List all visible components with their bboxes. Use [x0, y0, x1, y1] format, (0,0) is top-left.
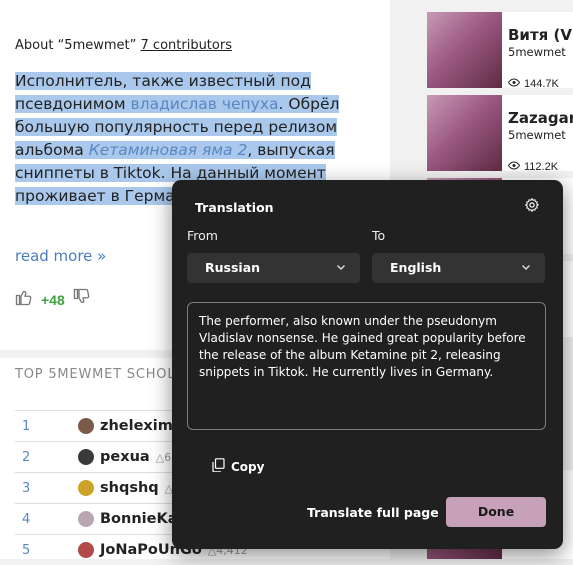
scholar-rank: 2	[22, 449, 31, 465]
vote-bar: +48	[15, 288, 91, 311]
translation-output[interactable]: The performer, also known under the pseu…	[187, 302, 546, 430]
thumbs-up-icon[interactable]	[15, 288, 33, 311]
song-views: 144.7K	[507, 78, 559, 90]
song-title[interactable]: Zazagartu	[508, 109, 573, 127]
avatar	[78, 542, 94, 558]
avatar	[78, 480, 94, 496]
avatar	[78, 449, 94, 465]
iq-icon: △	[155, 450, 165, 464]
song-title[interactable]: Витя (Vit	[508, 26, 573, 44]
scholar-rank: 1	[22, 418, 31, 434]
copy-button[interactable]: Copy	[212, 458, 264, 475]
scholars-heading: TOP 5MEWMET SCHOL	[15, 367, 176, 382]
contributors-link[interactable]: 7 contributors	[141, 38, 232, 53]
about-prefix: About “5mewmet”	[15, 38, 137, 53]
song-card[interactable]: Витя (Vit 5mewmet 144.7K	[427, 12, 573, 90]
from-label: From	[187, 228, 218, 243]
chevron-down-icon	[336, 253, 346, 283]
to-language-value: English	[390, 260, 442, 275]
views-count: 112.2K	[524, 161, 559, 173]
translation-dialog: Translation From To Russian English The …	[172, 180, 563, 549]
song-views: 112.2K	[507, 161, 559, 173]
thumbs-down-icon[interactable]	[73, 288, 91, 311]
song-thumbnail[interactable]	[427, 12, 502, 88]
scholar-rank: 3	[22, 480, 31, 496]
scholar-name[interactable]: zhelexim	[100, 418, 173, 434]
from-language-select[interactable]: Russian	[187, 253, 360, 283]
gear-icon[interactable]	[524, 197, 540, 217]
about-heading: About “5mewmet” 7 contributors	[15, 38, 232, 53]
scholar-rank: 5	[22, 542, 31, 558]
avatar	[78, 511, 94, 527]
to-language-select[interactable]: English	[372, 253, 545, 283]
vote-count: +48	[41, 291, 65, 308]
avatar	[78, 418, 94, 434]
to-label: To	[372, 228, 386, 243]
eye-icon	[507, 78, 521, 90]
translate-full-page-button[interactable]: Translate full page	[307, 505, 439, 520]
bio-link-album[interactable]: Кетаминовая яма 2	[88, 141, 248, 159]
copy-label: Copy	[231, 459, 265, 474]
eye-icon	[507, 161, 521, 173]
views-count: 144.7K	[524, 78, 559, 90]
bio-link-pseudonym[interactable]: владислав чепуха	[130, 95, 279, 113]
copy-icon	[212, 458, 225, 475]
scholar-name[interactable]: pexua	[100, 449, 150, 465]
scholar-rank: 4	[22, 511, 31, 527]
scholar-name[interactable]: shqshq	[100, 480, 159, 496]
song-card[interactable]: Zazagartu 5mewmet 112.2K	[427, 95, 573, 173]
song-thumbnail[interactable]	[427, 95, 502, 171]
dialog-title: Translation	[195, 200, 274, 215]
read-more-link[interactable]: read more »	[15, 247, 106, 265]
done-button[interactable]: Done	[446, 497, 546, 527]
from-language-value: Russian	[205, 260, 261, 275]
song-artist: 5mewmet	[508, 128, 566, 142]
song-artist: 5mewmet	[508, 45, 566, 59]
chevron-down-icon	[521, 253, 531, 283]
